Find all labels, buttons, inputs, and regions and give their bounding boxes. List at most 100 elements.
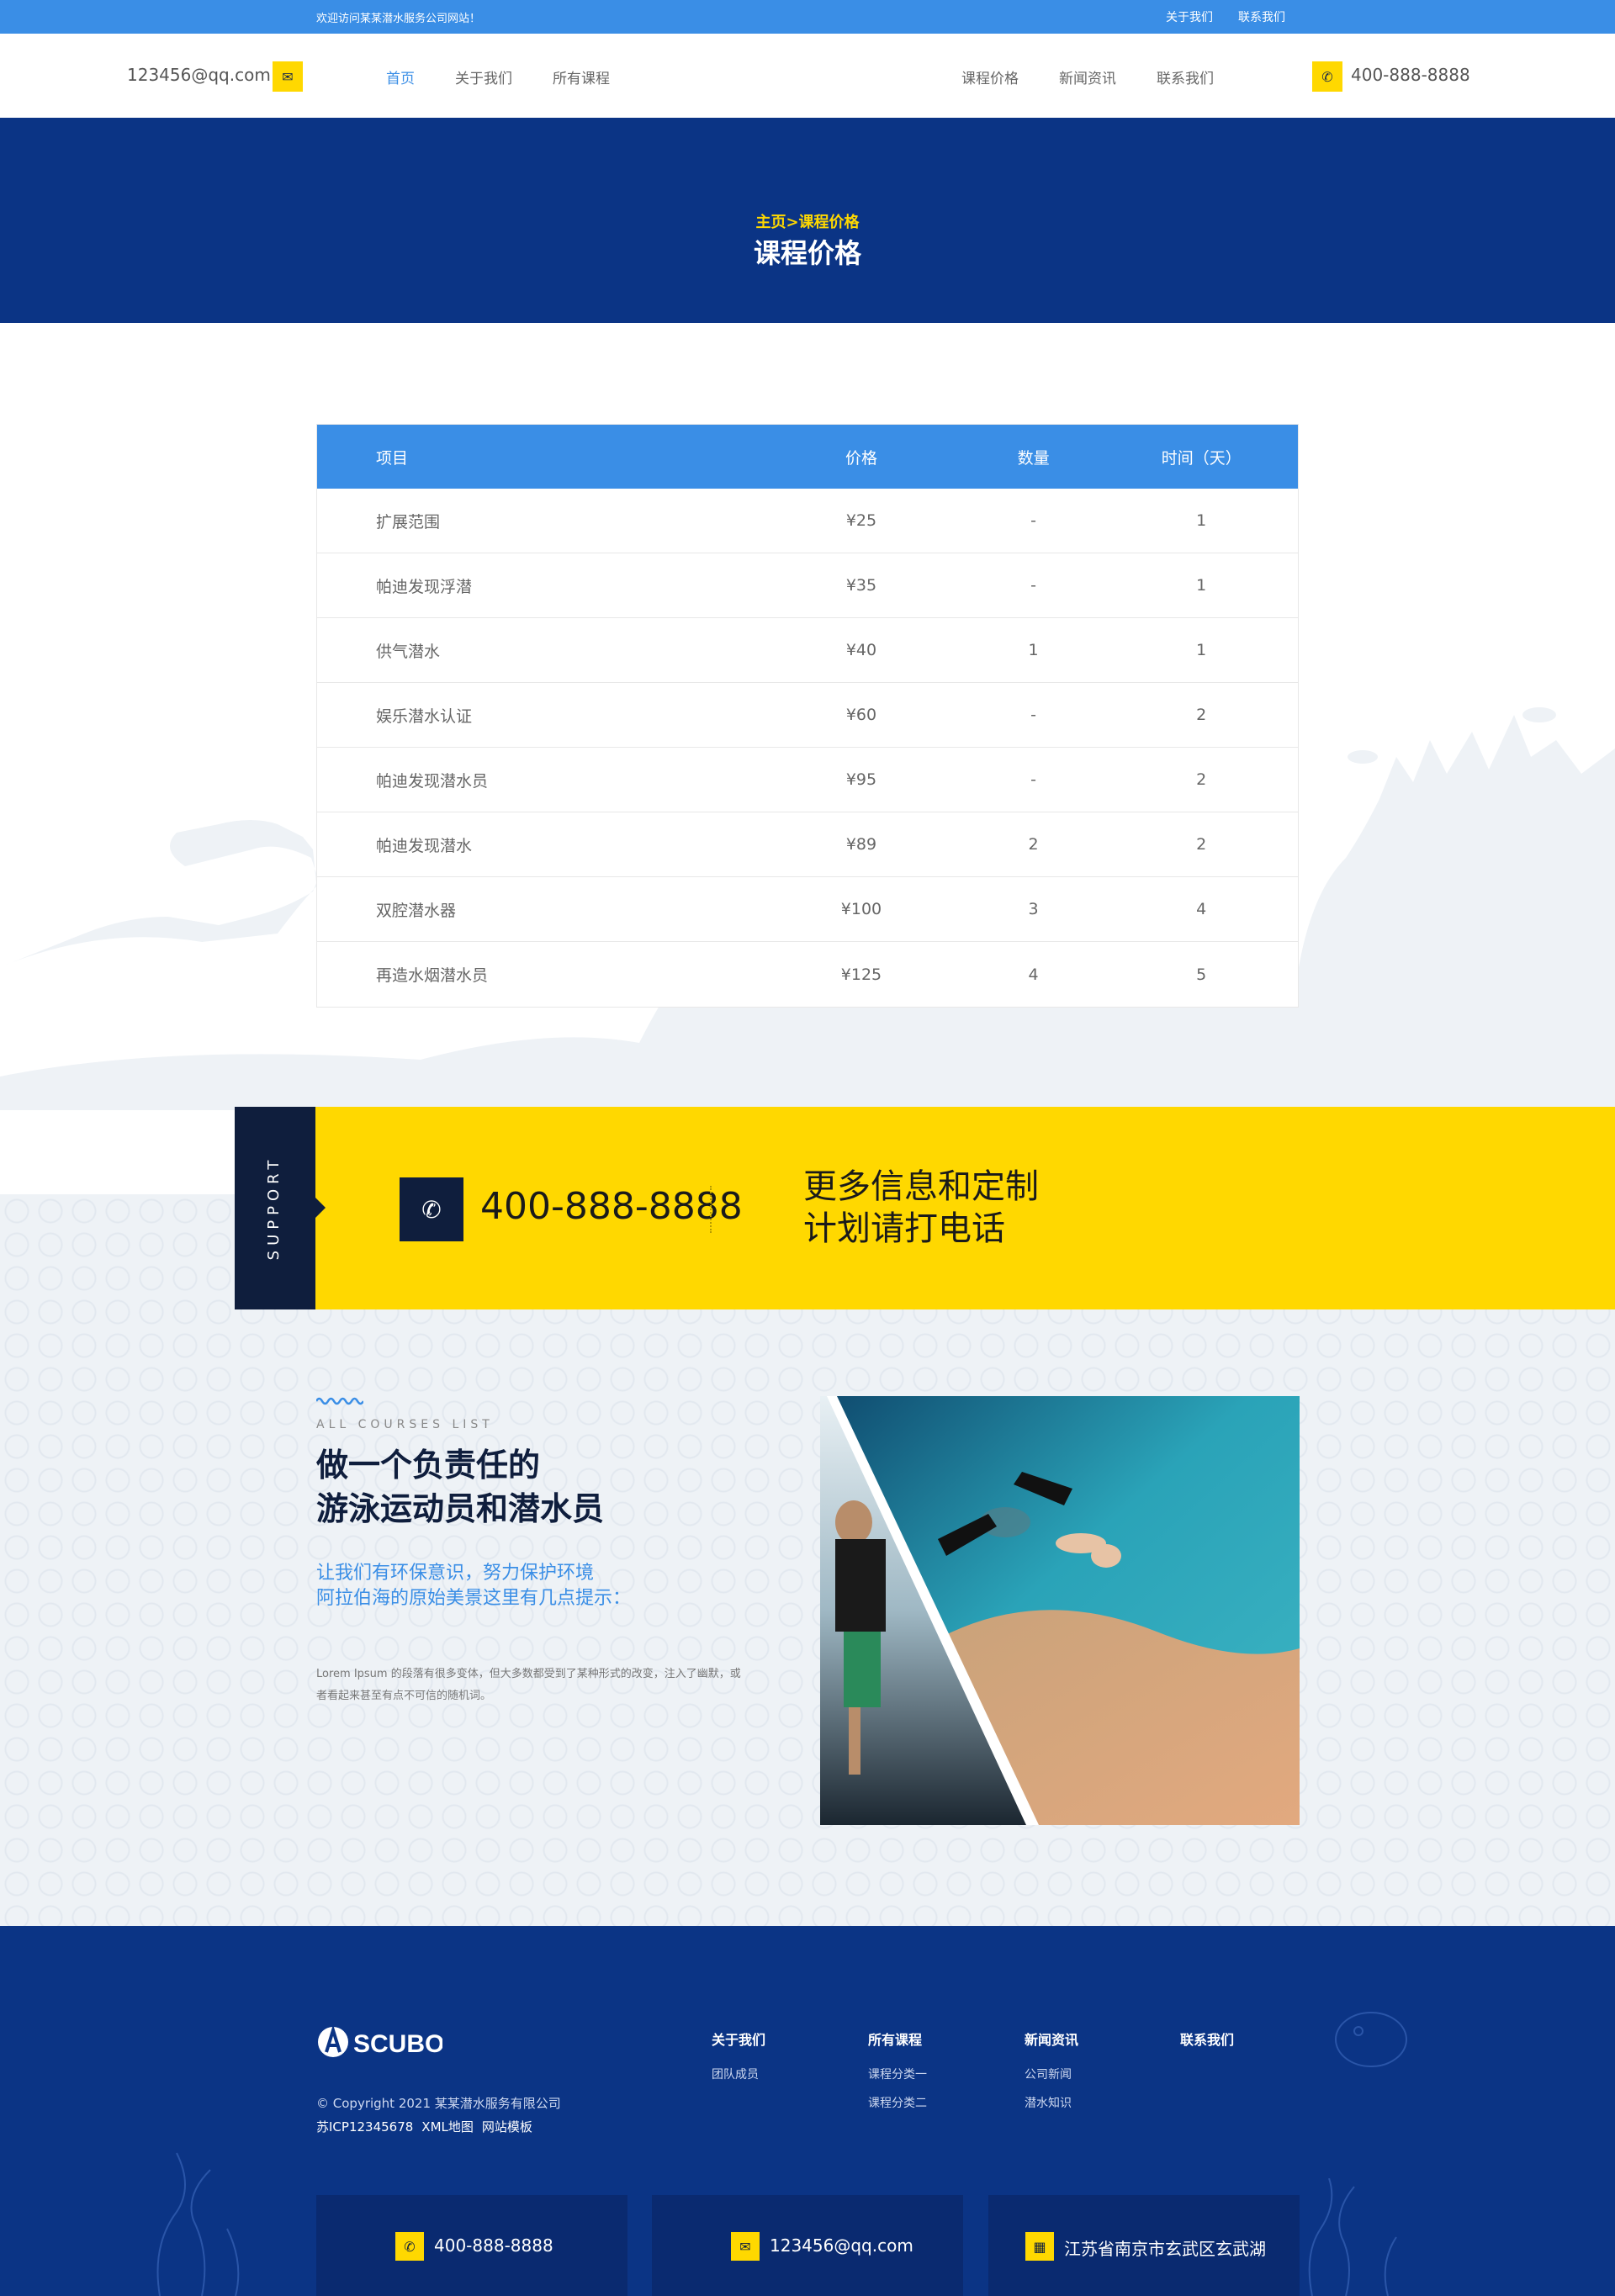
cell-price: ¥125	[840, 965, 882, 984]
support-band: ✆ 400-888-8888 更多信息和定制 计划请打电话	[235, 1107, 1615, 1309]
cell-item: 再造水烟潜水员	[376, 966, 489, 985]
page-title: 课程价格	[753, 237, 861, 269]
cell-item: 帕迪发现浮潜	[376, 577, 473, 596]
footer-contact-address[interactable]: ▦ 江苏省南京市玄武区玄武湖	[988, 2195, 1300, 2296]
icp-link[interactable]: 苏ICP12345678	[316, 2118, 413, 2135]
footer-col-title[interactable]: 关于我们	[712, 2029, 765, 2049]
table-header: 项目 价格 数量 时间（天）	[317, 425, 1298, 489]
footer-col-title[interactable]: 所有课程	[868, 2029, 927, 2049]
nav-item-courses[interactable]: 所有课程	[553, 66, 610, 87]
footer-link[interactable]: 课程分类一	[868, 2066, 927, 2082]
welcome-text: 欢迎访问某某潜水服务公司网站！	[316, 13, 481, 25]
price-table: 项目 价格 数量 时间（天） 扩展范围 ¥25 - 1 帕迪发现浮潜 ¥35 -…	[316, 424, 1299, 1008]
footer-col-title[interactable]: 联系我们	[1180, 2029, 1234, 2049]
support-message-line2: 计划请打电话	[803, 1209, 1005, 1248]
cell-item: 扩展范围	[376, 512, 441, 532]
table-row: 娱乐潜水认证 ¥60 - 2	[317, 683, 1298, 748]
support-tab: SUPPORT	[235, 1107, 326, 1309]
footer-address-text: 江苏省南京市玄武区玄武湖	[1064, 2239, 1266, 2259]
col-header-days: 时间（天）	[1161, 448, 1242, 468]
cell-days: 1	[1196, 511, 1207, 530]
courses-title-line2: 游泳运动员和潜水员	[316, 1490, 605, 1527]
cell-price: ¥35	[845, 576, 877, 595]
courses-description: Lorem Ipsum 的段落有很多变体，但大多数都受到了某种形式的改变，注入了…	[316, 1668, 741, 1702]
footer-link[interactable]: 团队成员	[712, 2066, 765, 2082]
breadcrumb[interactable]: 主页>课程价格	[0, 210, 1615, 232]
cell-price: ¥60	[845, 706, 877, 724]
cell-item: 帕迪发现潜水员	[376, 771, 489, 791]
top-link-about[interactable]: 关于我们	[1166, 8, 1213, 25]
cell-qty: 2	[1028, 835, 1039, 854]
courses-tagline-line1: 让我们有环保意识，努力保护环境	[316, 1563, 595, 1584]
table-row: 扩展范围 ¥25 - 1	[317, 489, 1298, 553]
seaweed-decoration	[1308, 2178, 1397, 2296]
cell-days: 2	[1196, 835, 1207, 854]
footer-contact-email[interactable]: ✉ 123456@qq.com	[652, 2195, 963, 2296]
pufferfish-decoration	[1335, 2012, 1407, 2067]
table-row: 帕迪发现浮潜 ¥35 - 1	[317, 553, 1298, 618]
col-header-qty: 数量	[1017, 448, 1050, 468]
cell-days: 2	[1196, 706, 1207, 724]
nav-item-about[interactable]: 关于我们	[455, 66, 512, 87]
cell-qty: 4	[1028, 965, 1039, 984]
envelope-icon: ✉	[731, 2232, 760, 2261]
table-row: 帕迪发现潜水 ¥89 2 2	[317, 812, 1298, 877]
support-message-line1: 更多信息和定制	[803, 1167, 1039, 1206]
header-phone[interactable]: 400-888-8888	[1351, 65, 1470, 85]
support-tab-arrow	[315, 1198, 326, 1218]
table-row: 帕迪发现潜水员 ¥95 - 2	[317, 748, 1298, 812]
cell-qty: 3	[1028, 900, 1039, 918]
phone-icon: ✆	[395, 2232, 424, 2261]
footer-link[interactable]: 公司新闻	[1025, 2066, 1078, 2082]
courses-tagline-line2: 阿拉伯海的原始美景这里有几点提示：	[316, 1588, 632, 1609]
support-tab-label: SUPPORT	[265, 1155, 283, 1261]
phone-icon: ✆	[1312, 61, 1342, 92]
template-link[interactable]: 网站模板	[482, 2118, 532, 2135]
cell-days: 1	[1196, 641, 1207, 659]
footer-col-title[interactable]: 新闻资讯	[1025, 2029, 1078, 2049]
header-email[interactable]: 123456@qq.com	[127, 65, 271, 85]
top-link-contact[interactable]: 联系我们	[1238, 8, 1285, 25]
support-phone[interactable]: 400-888-8888	[480, 1185, 743, 1228]
nav-item-home[interactable]: 首页	[386, 66, 415, 87]
footer-col-about: 关于我们 团队成员	[712, 2029, 765, 2094]
footer-col-courses: 所有课程 课程分类一 课程分类二	[868, 2029, 927, 2123]
nav-item-pricing[interactable]: 课程价格	[961, 66, 1019, 87]
cell-days: 5	[1196, 965, 1207, 984]
sitemap-link[interactable]: XML地图	[421, 2118, 474, 2135]
courses-subtitle-en: ALL COURSES LIST	[316, 1418, 494, 1431]
nav-item-contact[interactable]: 联系我们	[1157, 66, 1214, 87]
col-header-item: 项目	[376, 448, 409, 468]
nav-left: 首页 关于我们 所有课程	[386, 66, 610, 87]
logo-text: SCUBO	[353, 2030, 442, 2058]
nav-item-news[interactable]: 新闻资讯	[1059, 66, 1116, 87]
footer-link[interactable]: 课程分类二	[868, 2094, 927, 2111]
cell-days: 1	[1196, 576, 1207, 595]
footer-col-news: 新闻资讯 公司新闻 潜水知识	[1025, 2029, 1078, 2123]
cell-item: 帕迪发现潜水	[376, 836, 473, 855]
top-links: 关于我们 联系我们	[1166, 8, 1285, 25]
table-row: 再造水烟潜水员 ¥125 4 5	[317, 942, 1298, 1007]
footer-contact-phone[interactable]: ✆ 400-888-8888	[316, 2195, 627, 2296]
cell-price: ¥95	[845, 770, 877, 789]
cell-days: 2	[1196, 770, 1207, 789]
diving-photo	[820, 1396, 1300, 1825]
cell-qty: -	[1030, 511, 1036, 530]
cell-item: 娱乐潜水认证	[376, 706, 473, 726]
page-banner: 主页>课程价格 课程价格	[0, 118, 1615, 323]
coral-decoration	[156, 2152, 240, 2296]
courses-title: 做一个负责任的 游泳运动员和潜水员	[316, 1443, 604, 1531]
envelope-icon: ✉	[273, 61, 303, 92]
cell-item: 供气潜水	[376, 642, 441, 661]
cell-qty: -	[1030, 706, 1036, 724]
footer-link[interactable]: 潜水知识	[1025, 2094, 1078, 2111]
cell-price: ¥89	[845, 835, 877, 854]
cell-qty: -	[1030, 770, 1036, 789]
phone-icon: ✆	[400, 1177, 463, 1241]
support-message: 更多信息和定制 计划请打电话	[803, 1166, 1039, 1250]
courses-title-line1: 做一个负责任的	[316, 1447, 541, 1484]
scubo-logo[interactable]: SCUBO	[316, 2024, 442, 2061]
cell-price: ¥25	[845, 511, 877, 530]
icp-links: 苏ICP12345678 XML地图 网站模板	[316, 2118, 532, 2135]
copyright: © Copyright 2021 某某潜水服务有限公司	[316, 2096, 561, 2111]
